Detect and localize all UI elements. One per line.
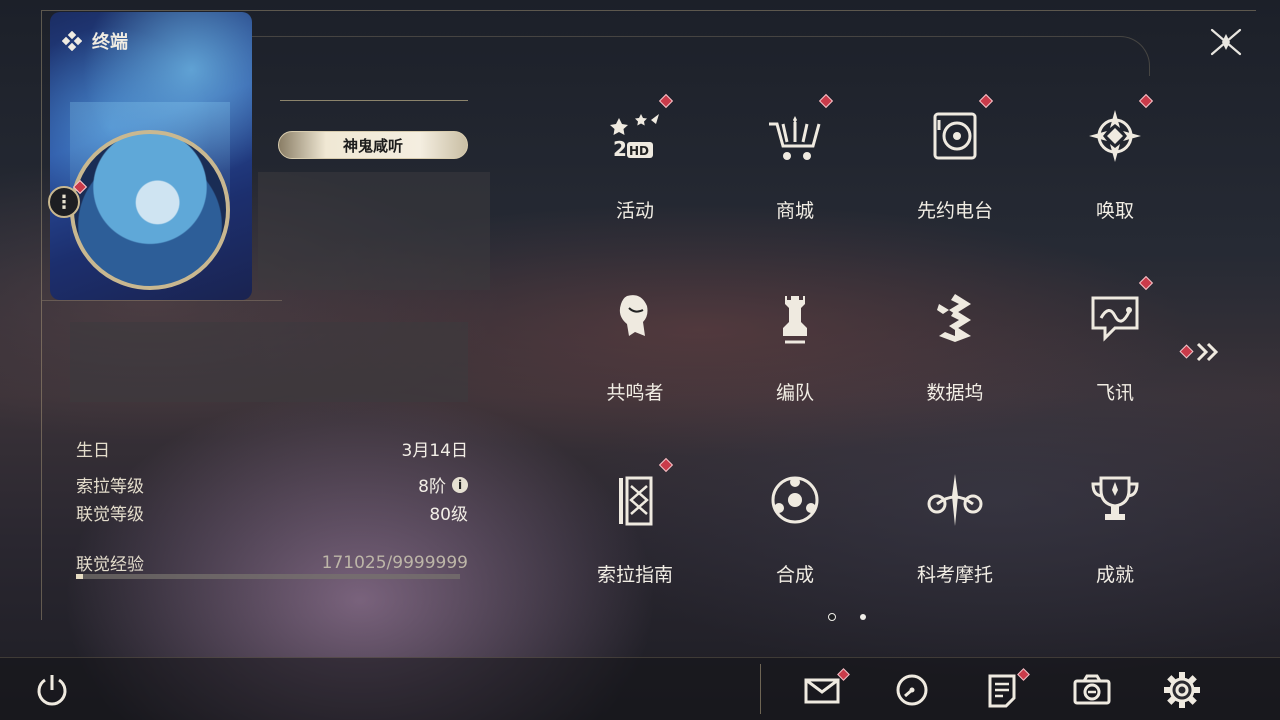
- menu-item-activity[interactable]: 2 HD 活动: [575, 93, 695, 246]
- mail-icon[interactable]: [802, 670, 842, 710]
- compass-summon-icon: [1089, 110, 1141, 162]
- menu-item-convene[interactable]: 唤取: [1055, 93, 1175, 246]
- stat-label: 联觉经验: [76, 555, 144, 575]
- stat-sol-level: 索拉等级 8阶 i: [76, 472, 468, 497]
- menu-item-guidebook[interactable]: 索拉指南: [575, 457, 695, 610]
- terminal-header: 终端: [62, 28, 128, 54]
- stat-label: 索拉等级: [76, 477, 144, 497]
- stat-label: 联觉等级: [76, 505, 144, 525]
- avatar[interactable]: [70, 130, 230, 290]
- exp-progress-bar: [76, 574, 460, 579]
- camera-icon[interactable]: [1072, 670, 1112, 710]
- blurred-info-panel: [258, 172, 490, 290]
- menu-label: 唤取: [1095, 200, 1134, 222]
- gear-icon[interactable]: [1162, 670, 1202, 710]
- menu-label: 成就: [1095, 564, 1134, 586]
- radio-record-icon: [933, 112, 977, 160]
- trophy-icon: [1091, 476, 1139, 520]
- stat-union-level: 联觉等级 80级: [76, 500, 468, 525]
- svg-text:HD: HD: [629, 144, 649, 158]
- stat-value: 8阶: [418, 477, 446, 497]
- chess-team-icon: [783, 296, 807, 344]
- page-dot-1[interactable]: [828, 613, 836, 621]
- menu-item-synthesis[interactable]: 合成: [735, 460, 855, 610]
- menu-label: 编队: [775, 382, 814, 404]
- bottom-separator: [760, 664, 761, 714]
- profile-more-button[interactable]: ⋮: [48, 186, 80, 218]
- menu-label: 先约电台: [916, 200, 993, 222]
- synthesis-icon: [771, 476, 819, 524]
- event-2hd-icon: 2 HD: [610, 114, 659, 161]
- stat-value: 80级: [429, 505, 468, 525]
- stat-label: 生日: [76, 441, 110, 461]
- menu-item-team[interactable]: 编队: [735, 278, 855, 428]
- menu-label: 活动: [615, 200, 654, 222]
- exp-progress-fill: [76, 574, 83, 579]
- close-icon[interactable]: [1208, 24, 1244, 60]
- motorbike-icon: [927, 474, 983, 526]
- frame-inner-border: [250, 36, 1150, 76]
- frame-left-line: [41, 10, 42, 620]
- page-dot-2[interactable]: [860, 614, 866, 620]
- stat-birthday: 生日 3月14日: [76, 436, 468, 461]
- stat-value: 171025/9999999: [321, 552, 468, 573]
- power-icon[interactable]: [32, 670, 72, 710]
- menu-label: 商城: [775, 200, 814, 222]
- guidebook-icon: [619, 476, 653, 526]
- blurred-signature-panel: [70, 322, 468, 402]
- page-indicator: [826, 612, 870, 622]
- menu-label: 数据坞: [926, 382, 984, 404]
- stat-value-group: 8阶 i: [418, 472, 468, 497]
- stat-value: 3月14日: [401, 441, 468, 461]
- menu-label: 索拉指南: [596, 564, 673, 586]
- stat-union-exp: 联觉经验 171025/9999999: [76, 550, 468, 576]
- menu-item-radio[interactable]: 先约电台: [895, 93, 1015, 246]
- next-page-chevron-icon[interactable]: [1178, 340, 1226, 364]
- chat-bubble-icon: [1091, 296, 1139, 342]
- menu-label: 飞讯: [1095, 382, 1134, 404]
- data-dock-icon: [937, 294, 971, 342]
- player-name-plate[interactable]: 神鬼咸听: [278, 131, 468, 159]
- terminal-diamond-icon: [62, 31, 82, 51]
- menu-item-messages[interactable]: 飞讯: [1055, 275, 1175, 428]
- menu-item-shop[interactable]: 商城: [735, 93, 855, 246]
- menu-label: 共鸣者: [606, 382, 664, 404]
- name-divider: [280, 100, 468, 101]
- clock-icon[interactable]: [892, 670, 932, 710]
- menu-item-data-dock[interactable]: 数据坞: [895, 278, 1015, 428]
- card-divider: [42, 300, 282, 301]
- terminal-title: 终端: [92, 32, 128, 53]
- frame-top-line: [42, 10, 1256, 11]
- resonator-head-icon: [619, 295, 648, 336]
- menu-item-resonators[interactable]: 共鸣者: [575, 278, 695, 428]
- menu-label: 科考摩托: [916, 564, 993, 586]
- menu-label: 合成: [775, 564, 814, 586]
- notice-icon[interactable]: [982, 670, 1022, 710]
- menu-item-motorbike[interactable]: 科考摩托: [895, 460, 1015, 610]
- player-name: 神鬼咸听: [342, 136, 403, 155]
- svg-text:2: 2: [613, 137, 627, 161]
- info-icon[interactable]: i: [452, 476, 468, 493]
- menu-item-achievements[interactable]: 成就: [1055, 460, 1175, 610]
- shop-cart-icon: [769, 116, 821, 160]
